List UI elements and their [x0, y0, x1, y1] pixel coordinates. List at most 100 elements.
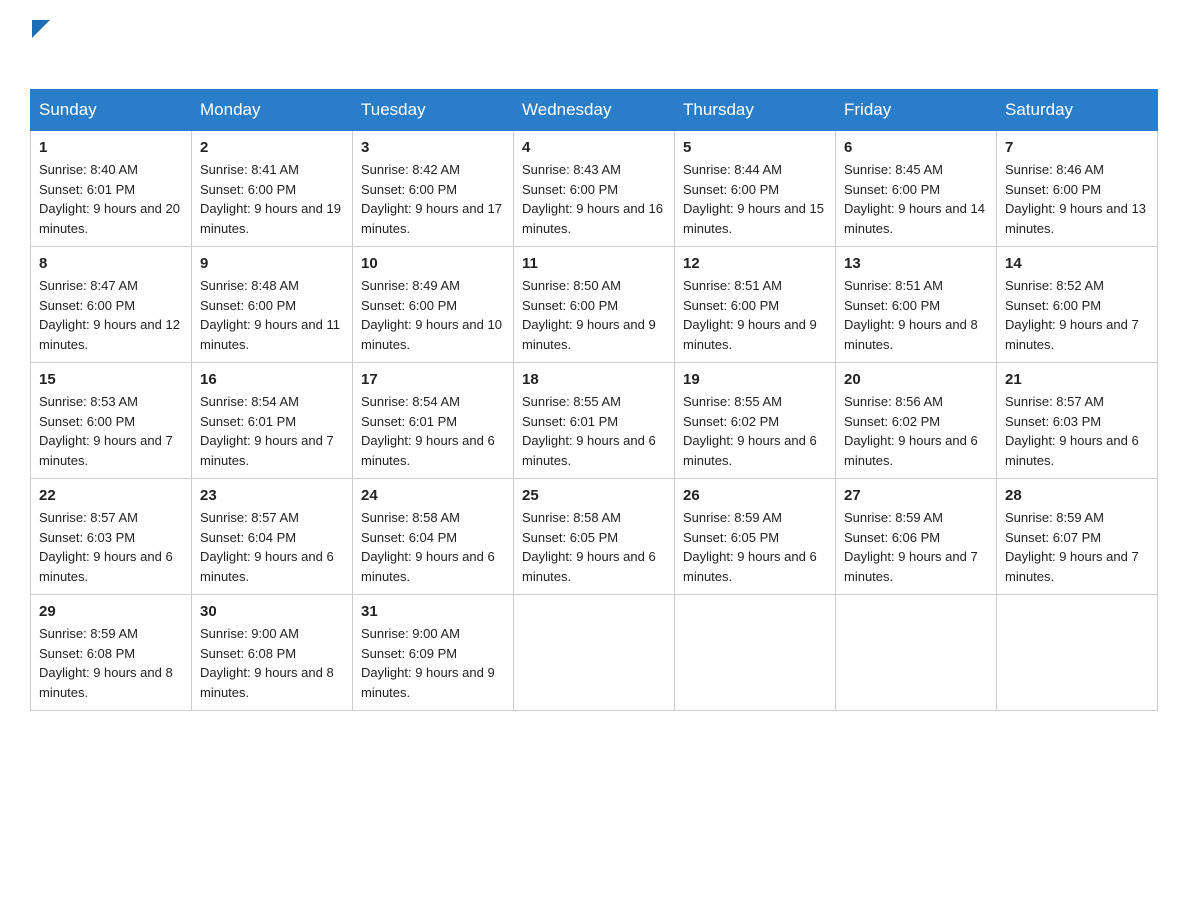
day-number: 28	[1005, 487, 1149, 504]
calendar-week-row: 22Sunrise: 8:57 AMSunset: 6:03 PMDayligh…	[31, 479, 1158, 595]
column-header-thursday: Thursday	[675, 90, 836, 131]
day-number: 27	[844, 487, 988, 504]
day-info: Sunrise: 8:51 AMSunset: 6:00 PMDaylight:…	[683, 276, 827, 354]
day-info: Sunrise: 8:48 AMSunset: 6:00 PMDaylight:…	[200, 276, 344, 354]
day-info: Sunrise: 9:00 AMSunset: 6:09 PMDaylight:…	[361, 624, 505, 702]
day-number: 14	[1005, 255, 1149, 272]
day-info: Sunrise: 8:58 AMSunset: 6:04 PMDaylight:…	[361, 508, 505, 586]
day-info: Sunrise: 8:50 AMSunset: 6:00 PMDaylight:…	[522, 276, 666, 354]
calendar-cell: 22Sunrise: 8:57 AMSunset: 6:03 PMDayligh…	[31, 479, 192, 595]
calendar-cell	[675, 595, 836, 711]
calendar-cell: 10Sunrise: 8:49 AMSunset: 6:00 PMDayligh…	[353, 247, 514, 363]
day-number: 29	[39, 603, 183, 620]
calendar-cell: 8 Sunrise: 8:47 AMSunset: 6:00 PMDaylight…	[31, 247, 192, 363]
day-info: Sunrise: 8:57 AMSunset: 6:03 PMDaylight:…	[39, 508, 183, 586]
day-info: Sunrise: 8:59 AMSunset: 6:05 PMDaylight:…	[683, 508, 827, 586]
calendar-cell: 6 Sunrise: 8:45 AMSunset: 6:00 PMDaylight…	[836, 131, 997, 247]
day-number: 5	[683, 139, 827, 156]
calendar-cell	[997, 595, 1158, 711]
day-info: Sunrise: 8:52 AMSunset: 6:00 PMDaylight:…	[1005, 276, 1149, 354]
calendar-cell: 24 Sunrise: 8:58 AMSunset: 6:04 PMDayligh…	[353, 479, 514, 595]
day-number: 23	[200, 487, 344, 504]
day-number: 6	[844, 139, 988, 156]
calendar-cell: 21 Sunrise: 8:57 AMSunset: 6:03 PMDayligh…	[997, 363, 1158, 479]
day-info: Sunrise: 8:58 AMSunset: 6:05 PMDaylight:…	[522, 508, 666, 586]
logo-arrow-icon	[32, 20, 50, 38]
day-info: Sunrise: 8:47 AMSunset: 6:00 PMDaylight:…	[39, 276, 183, 354]
calendar-cell: 20 Sunrise: 8:56 AMSunset: 6:02 PMDayligh…	[836, 363, 997, 479]
day-info: Sunrise: 8:43 AMSunset: 6:00 PMDaylight:…	[522, 160, 666, 238]
calendar-cell: 2 Sunrise: 8:41 AMSunset: 6:00 PMDaylight…	[192, 131, 353, 247]
day-number: 12	[683, 255, 827, 272]
day-info: Sunrise: 8:44 AMSunset: 6:00 PMDaylight:…	[683, 160, 827, 238]
day-number: 30	[200, 603, 344, 620]
calendar-header-row: SundayMondayTuesdayWednesdayThursdayFrid…	[31, 90, 1158, 131]
day-info: Sunrise: 8:41 AMSunset: 6:00 PMDaylight:…	[200, 160, 344, 238]
day-info: Sunrise: 8:40 AMSunset: 6:01 PMDaylight:…	[39, 160, 183, 238]
calendar-cell: 5 Sunrise: 8:44 AMSunset: 6:00 PMDaylight…	[675, 131, 836, 247]
calendar-cell: 15Sunrise: 8:53 AMSunset: 6:00 PMDayligh…	[31, 363, 192, 479]
calendar-cell	[836, 595, 997, 711]
calendar-cell: 1 Sunrise: 8:40 AMSunset: 6:01 PMDaylight…	[31, 131, 192, 247]
day-info: Sunrise: 8:59 AMSunset: 6:08 PMDaylight:…	[39, 624, 183, 702]
day-number: 9	[200, 255, 344, 272]
calendar-week-row: 29 Sunrise: 8:59 AMSunset: 6:08 PMDayligh…	[31, 595, 1158, 711]
day-number: 19	[683, 371, 827, 388]
day-info: Sunrise: 8:57 AMSunset: 6:03 PMDaylight:…	[1005, 392, 1149, 470]
column-header-wednesday: Wednesday	[514, 90, 675, 131]
calendar-cell: 29 Sunrise: 8:59 AMSunset: 6:08 PMDayligh…	[31, 595, 192, 711]
calendar-cell: 23 Sunrise: 8:57 AMSunset: 6:04 PMDayligh…	[192, 479, 353, 595]
day-number: 1	[39, 139, 183, 156]
day-number: 20	[844, 371, 988, 388]
day-number: 10	[361, 255, 505, 272]
day-number: 11	[522, 255, 666, 272]
day-number: 25	[522, 487, 666, 504]
day-info: Sunrise: 9:00 AMSunset: 6:08 PMDaylight:…	[200, 624, 344, 702]
day-number: 3	[361, 139, 505, 156]
calendar-cell: 9 Sunrise: 8:48 AMSunset: 6:00 PMDaylight…	[192, 247, 353, 363]
calendar-cell: 28 Sunrise: 8:59 AMSunset: 6:07 PMDayligh…	[997, 479, 1158, 595]
day-info: Sunrise: 8:51 AMSunset: 6:00 PMDaylight:…	[844, 276, 988, 354]
page-header	[30, 20, 1158, 71]
day-info: Sunrise: 8:54 AMSunset: 6:01 PMDaylight:…	[200, 392, 344, 470]
day-number: 8	[39, 255, 183, 272]
day-info: Sunrise: 8:57 AMSunset: 6:04 PMDaylight:…	[200, 508, 344, 586]
day-number: 24	[361, 487, 505, 504]
calendar-cell: 11 Sunrise: 8:50 AMSunset: 6:00 PMDayligh…	[514, 247, 675, 363]
column-header-monday: Monday	[192, 90, 353, 131]
calendar-week-row: 1 Sunrise: 8:40 AMSunset: 6:01 PMDaylight…	[31, 131, 1158, 247]
day-info: Sunrise: 8:59 AMSunset: 6:07 PMDaylight:…	[1005, 508, 1149, 586]
calendar-cell: 18Sunrise: 8:55 AMSunset: 6:01 PMDayligh…	[514, 363, 675, 479]
day-info: Sunrise: 8:53 AMSunset: 6:00 PMDaylight:…	[39, 392, 183, 470]
calendar-cell: 19 Sunrise: 8:55 AMSunset: 6:02 PMDayligh…	[675, 363, 836, 479]
day-number: 21	[1005, 371, 1149, 388]
calendar-cell: 31 Sunrise: 9:00 AMSunset: 6:09 PMDayligh…	[353, 595, 514, 711]
calendar-cell: 3 Sunrise: 8:42 AMSunset: 6:00 PMDaylight…	[353, 131, 514, 247]
day-number: 18	[522, 371, 666, 388]
day-number: 31	[361, 603, 505, 620]
calendar-cell: 16Sunrise: 8:54 AMSunset: 6:01 PMDayligh…	[192, 363, 353, 479]
day-info: Sunrise: 8:45 AMSunset: 6:00 PMDaylight:…	[844, 160, 988, 238]
calendar-cell: 13Sunrise: 8:51 AMSunset: 6:00 PMDayligh…	[836, 247, 997, 363]
calendar-week-row: 8 Sunrise: 8:47 AMSunset: 6:00 PMDaylight…	[31, 247, 1158, 363]
calendar-cell: 14 Sunrise: 8:52 AMSunset: 6:00 PMDayligh…	[997, 247, 1158, 363]
calendar-table: SundayMondayTuesdayWednesdayThursdayFrid…	[30, 89, 1158, 711]
day-info: Sunrise: 8:54 AMSunset: 6:01 PMDaylight:…	[361, 392, 505, 470]
column-header-saturday: Saturday	[997, 90, 1158, 131]
day-info: Sunrise: 8:55 AMSunset: 6:02 PMDaylight:…	[683, 392, 827, 470]
column-header-friday: Friday	[836, 90, 997, 131]
calendar-cell: 4Sunrise: 8:43 AMSunset: 6:00 PMDaylight…	[514, 131, 675, 247]
day-info: Sunrise: 8:56 AMSunset: 6:02 PMDaylight:…	[844, 392, 988, 470]
calendar-cell: 27 Sunrise: 8:59 AMSunset: 6:06 PMDayligh…	[836, 479, 997, 595]
calendar-cell: 25 Sunrise: 8:58 AMSunset: 6:05 PMDayligh…	[514, 479, 675, 595]
day-number: 7	[1005, 139, 1149, 156]
day-number: 2	[200, 139, 344, 156]
calendar-cell	[514, 595, 675, 711]
day-info: Sunrise: 8:59 AMSunset: 6:06 PMDaylight:…	[844, 508, 988, 586]
day-info: Sunrise: 8:42 AMSunset: 6:00 PMDaylight:…	[361, 160, 505, 238]
calendar-cell: 30 Sunrise: 9:00 AMSunset: 6:08 PMDayligh…	[192, 595, 353, 711]
calendar-cell: 7Sunrise: 8:46 AMSunset: 6:00 PMDaylight…	[997, 131, 1158, 247]
calendar-cell: 26Sunrise: 8:59 AMSunset: 6:05 PMDayligh…	[675, 479, 836, 595]
calendar-cell: 12 Sunrise: 8:51 AMSunset: 6:00 PMDayligh…	[675, 247, 836, 363]
column-header-sunday: Sunday	[31, 90, 192, 131]
